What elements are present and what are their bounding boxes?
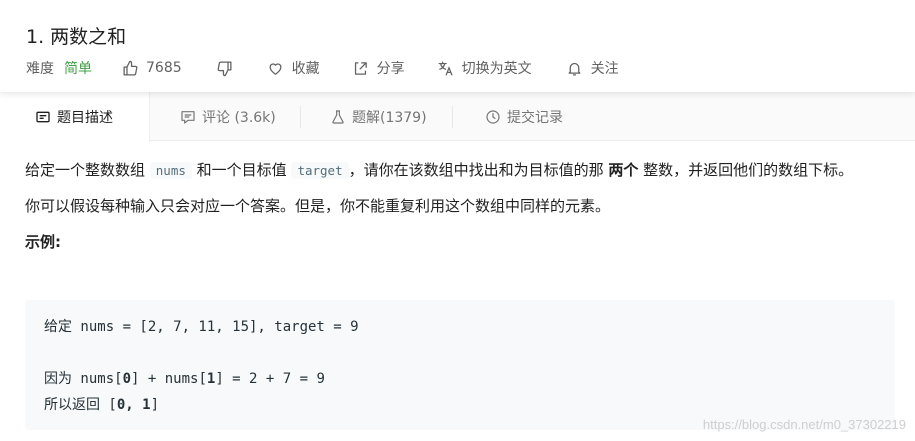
problem-tabs: 题目描述 评论 (3.6k) 题解(1379) 提交记录 — [0, 92, 915, 142]
text: 整数，并返回他们的数组下标。 — [638, 161, 854, 179]
code-bold: 0, 1 — [116, 397, 151, 413]
inline-code-nums: nums — [149, 162, 192, 179]
tab-comments[interactable]: 评论 (3.6k) — [180, 92, 276, 141]
switch-language-label: 切换为英文 — [461, 61, 532, 77]
tab-description-label: 题目描述 — [57, 110, 113, 126]
text: 给定一个整数数组 — [25, 161, 150, 179]
example-line1-code: nums = [2, 7, 11, 15], target = 9 — [72, 319, 359, 335]
code-text: ] = 2 + 7 = 9 — [215, 371, 325, 387]
code-text: ] + nums[ — [131, 371, 207, 387]
problem-meta-bar: 难度 简单 7685 收藏 分享 切换为英文 关注 — [26, 57, 619, 79]
tab-divider — [300, 106, 301, 128]
share-label: 分享 — [376, 61, 405, 77]
tab-submissions-label: 提交记录 — [507, 109, 563, 126]
switch-language-button[interactable]: 切换为英文 — [437, 58, 532, 78]
difficulty-label: 难度 — [26, 61, 54, 77]
follow-label: 关注 — [590, 61, 619, 77]
watermark: https://blog.csdn.net/m0_37302219 — [702, 417, 906, 432]
dislike-button[interactable] — [216, 60, 233, 77]
description-paragraph-2: 你可以假设每种输入只会对应一个答案。但是，你不能重复利用这个数组中同样的元素。 — [25, 197, 611, 215]
tab-submissions[interactable]: 提交记录 — [485, 92, 563, 141]
bell-icon — [568, 62, 581, 76]
text: ，请你在该数组中找出和为目标值的那 — [348, 161, 609, 179]
tab-comments-label: 评论 (3.6k) — [202, 109, 276, 126]
problem-description: 给定一个整数数组 nums 和一个目标值 target ，请你在该数组中找出和为目… — [25, 158, 895, 254]
tab-divider — [452, 106, 453, 128]
example-heading: 示例: — [25, 233, 61, 251]
code-text: ] — [150, 397, 160, 413]
text: 和一个目标值 — [191, 161, 292, 179]
tab-solutions-label: 题解(1379) — [352, 109, 427, 126]
tab-solutions[interactable]: 题解(1379) — [330, 92, 427, 141]
tab-description[interactable]: 题目描述 — [0, 92, 150, 142]
share-button[interactable]: 分享 — [352, 58, 405, 78]
share-icon — [354, 61, 367, 75]
translate-icon — [438, 61, 453, 75]
thumbs-up-icon — [123, 60, 138, 76]
code-text: [ — [100, 397, 117, 413]
collect-label: 收藏 — [291, 61, 320, 77]
problem-header: 1. 两数之和 难度 简单 7685 收藏 分享 切换为英文 关注 — [0, 0, 915, 92]
like-button[interactable]: 7685 — [122, 60, 182, 77]
follow-button[interactable]: 关注 — [566, 58, 619, 78]
bold-text: 两个 — [608, 161, 639, 179]
example-code-block: 给定 nums = [2, 7, 11, 15], target = 9 因为 … — [25, 300, 895, 430]
description-paragraph: 给定一个整数数组 nums 和一个目标值 target ，请你在该数组中找出和为目… — [25, 158, 895, 183]
code-text: nums[ — [72, 371, 123, 387]
example-line3-label: 所以返回 — [44, 397, 100, 413]
description-icon — [36, 111, 50, 123]
code-bold: 0 — [122, 371, 132, 387]
comment-icon — [181, 110, 195, 124]
like-count: 7685 — [146, 60, 182, 76]
example-line2-label: 因为 — [44, 371, 72, 387]
difficulty-value: 简单 — [64, 61, 92, 77]
clock-icon — [486, 109, 500, 124]
flask-icon — [332, 109, 344, 124]
example-line1-label: 给定 — [44, 319, 72, 335]
heart-icon — [269, 62, 282, 75]
problem-title: 1. 两数之和 — [26, 26, 127, 48]
inline-code-target: target — [291, 162, 349, 179]
thumbs-down-icon — [217, 60, 232, 76]
collect-button[interactable]: 收藏 — [267, 58, 320, 78]
